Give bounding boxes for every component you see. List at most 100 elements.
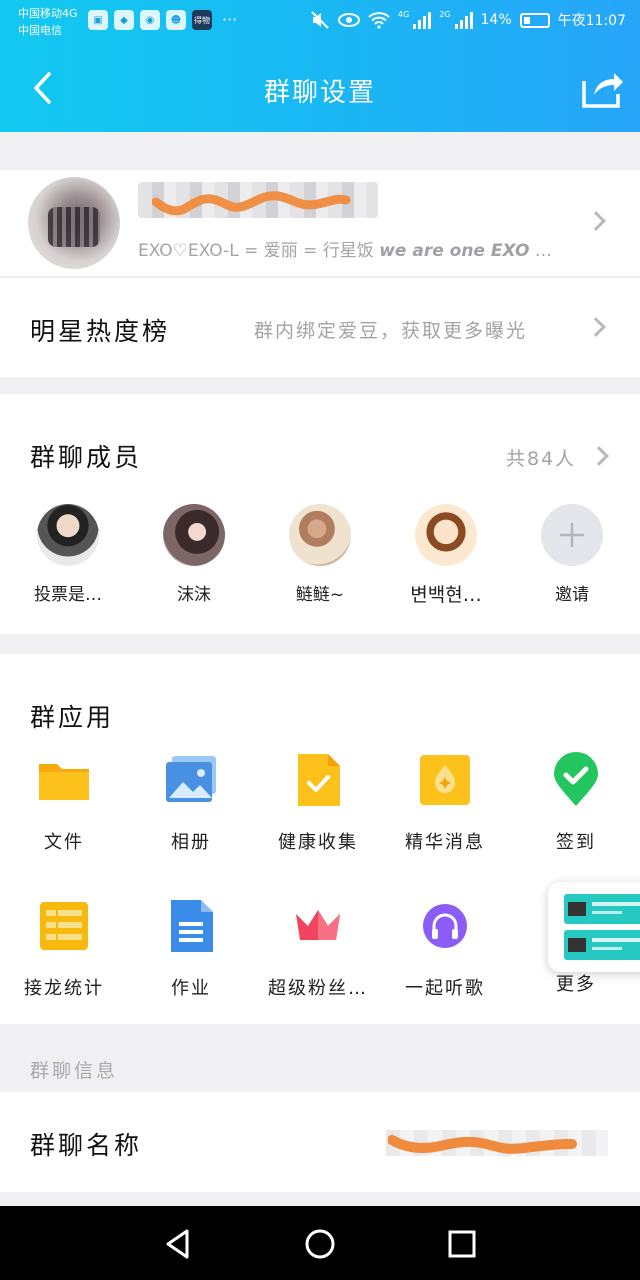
member-avatar xyxy=(289,504,351,566)
member-name: 鲢鲢~ xyxy=(295,585,345,605)
carrier-2: 中国电信 xyxy=(18,24,62,37)
group-apps-section: 群应用 文件 相册 健康收集 精华消息 签到 接龙统计 作业 超级粉丝… 一起听… xyxy=(0,654,640,1024)
member-item[interactable]: 鲢鲢~ xyxy=(265,504,375,605)
redaction-scribble-icon xyxy=(152,191,351,216)
battery-percent: 14% xyxy=(480,12,512,28)
app-health-collect[interactable]: 健康收集 xyxy=(258,752,378,854)
group-name-row[interactable]: 群聊名称 xyxy=(0,1092,640,1192)
notification-icons: ▣ ◆ ◉ ☻ 得物 ··· xyxy=(88,10,237,30)
circle-home-icon xyxy=(305,1229,335,1259)
app-checkin[interactable]: 签到 xyxy=(516,752,636,854)
share-icon xyxy=(582,73,623,108)
wifi-icon xyxy=(368,12,390,29)
nav-home-button[interactable] xyxy=(300,1224,340,1264)
app-label: 签到 xyxy=(556,832,596,853)
app-album[interactable]: 相册 xyxy=(131,752,251,854)
chevron-right-icon xyxy=(586,211,606,231)
app-label: 更多 xyxy=(556,974,596,995)
nav-recents-button[interactable] xyxy=(442,1224,482,1264)
headphones-icon xyxy=(423,904,467,948)
app-label: 文件 xyxy=(44,832,84,853)
group-profile-card[interactable]: EXO♡EXO-L = 爱丽 = 行星饭 we are one EXO … xyxy=(0,170,640,276)
member-name: 沫沫 xyxy=(177,585,211,605)
relay-icon xyxy=(40,902,88,950)
network-1-label: 4G xyxy=(397,10,410,19)
group-name-label: 群聊名称 xyxy=(30,1131,143,1160)
mute-icon xyxy=(311,11,329,29)
floating-card xyxy=(564,894,640,924)
redaction-scribble-icon xyxy=(388,1135,577,1154)
eye-icon xyxy=(337,13,360,27)
triangle-back-icon xyxy=(166,1229,189,1259)
app-relay[interactable]: 接龙统计 xyxy=(4,898,124,1000)
shield-notification-icon: ◆ xyxy=(114,10,134,30)
image-notification-icon: ▣ xyxy=(88,10,108,30)
member-item[interactable]: 변백현… xyxy=(391,504,501,607)
member-name: 변백현… xyxy=(410,584,482,606)
star-rank-subtitle: 群内绑定爱豆，获取更多曝光 xyxy=(254,320,528,342)
invite-avatar xyxy=(541,504,603,566)
folder-icon xyxy=(39,764,89,800)
system-navigation-bar xyxy=(0,1206,640,1280)
app-label: 相册 xyxy=(171,832,211,853)
members-count: 共84人 xyxy=(506,448,577,470)
status-bar: 中国移动4G 中国电信 ▣ ◆ ◉ ☻ 得物 ··· 4G 2G 14% 午夜1… xyxy=(0,0,640,44)
floating-widget[interactable] xyxy=(548,882,640,972)
share-button[interactable] xyxy=(580,66,626,112)
crown-icon xyxy=(296,910,340,940)
group-description: EXO♡EXO-L = 爱丽 = 行星饭 we are one EXO … xyxy=(138,236,574,261)
plus-icon xyxy=(559,522,585,548)
member-avatar xyxy=(163,504,225,566)
app-label: 接龙统计 xyxy=(24,978,104,999)
signal-2-icon xyxy=(454,11,473,29)
weibo-notification-icon: ◉ xyxy=(140,10,160,30)
app-listen-together[interactable]: 一起听歌 xyxy=(385,898,505,1000)
app-files[interactable]: 文件 xyxy=(4,752,124,854)
app-label: 作业 xyxy=(171,978,211,999)
health-form-icon xyxy=(298,754,340,806)
group-avatar[interactable] xyxy=(28,177,120,269)
app-label: 精华消息 xyxy=(405,832,485,853)
system-icons: 4G 2G 14% 午夜11:07 xyxy=(310,10,626,30)
app-essence[interactable]: 精华消息 xyxy=(385,752,505,854)
app-homework[interactable]: 作业 xyxy=(131,898,251,1000)
floating-card xyxy=(564,930,640,960)
album-icon xyxy=(166,756,216,802)
more-notifications-icon: ··· xyxy=(222,10,238,29)
members-title: 群聊成员 xyxy=(30,443,143,472)
members-section: 群聊成员 共84人 投票是… 沫沫 鲢鲢~ 변백현… 邀请 xyxy=(0,394,640,634)
app-label: 一起听歌 xyxy=(405,978,485,999)
checkin-icon xyxy=(554,752,598,806)
app-super-fans[interactable]: 超级粉丝… xyxy=(258,898,378,1000)
chevron-right-icon xyxy=(586,317,606,337)
app-label: 超级粉丝… xyxy=(268,978,368,999)
carrier-info: 中国移动4G 中国电信 xyxy=(18,5,78,39)
group-info-label: 群聊信息 xyxy=(30,1060,119,1082)
nav-back-button[interactable] xyxy=(158,1224,198,1264)
header: 中国移动4G 中国电信 ▣ ◆ ◉ ☻ 得物 ··· 4G 2G 14% 午夜1… xyxy=(0,0,640,132)
star-rank-row[interactable]: 明星热度榜 群内绑定爱豆，获取更多曝光 xyxy=(0,277,640,377)
member-avatar xyxy=(37,504,99,566)
invite-member-button[interactable]: 邀请 xyxy=(517,504,627,605)
apps-title: 群应用 xyxy=(30,703,115,732)
dewu-notification-icon: 得物 xyxy=(192,10,212,30)
member-item[interactable]: 沫沫 xyxy=(139,504,249,605)
signal-1-icon xyxy=(413,11,432,29)
network-2-label: 2G xyxy=(439,10,451,19)
chevron-right-icon xyxy=(589,446,609,466)
member-name: 投票是… xyxy=(34,585,102,605)
essence-icon xyxy=(420,755,470,805)
clock: 午夜11:07 xyxy=(557,13,626,29)
star-rank-title: 明星热度榜 xyxy=(30,317,171,346)
member-item[interactable]: 投票是… xyxy=(13,504,123,605)
page-title: 群聊设置 xyxy=(263,78,376,108)
carrier-1: 中国移动4G xyxy=(18,7,78,20)
member-avatar xyxy=(415,504,477,566)
members-header[interactable]: 群聊成员 共84人 xyxy=(0,394,640,494)
app-label: 健康收集 xyxy=(278,832,358,853)
description-en: we are one EXO xyxy=(379,241,530,261)
square-recents-icon xyxy=(448,1230,476,1258)
invite-label: 邀请 xyxy=(555,585,589,605)
app-notification-icon: ☻ xyxy=(166,10,186,30)
homework-icon xyxy=(171,900,213,952)
